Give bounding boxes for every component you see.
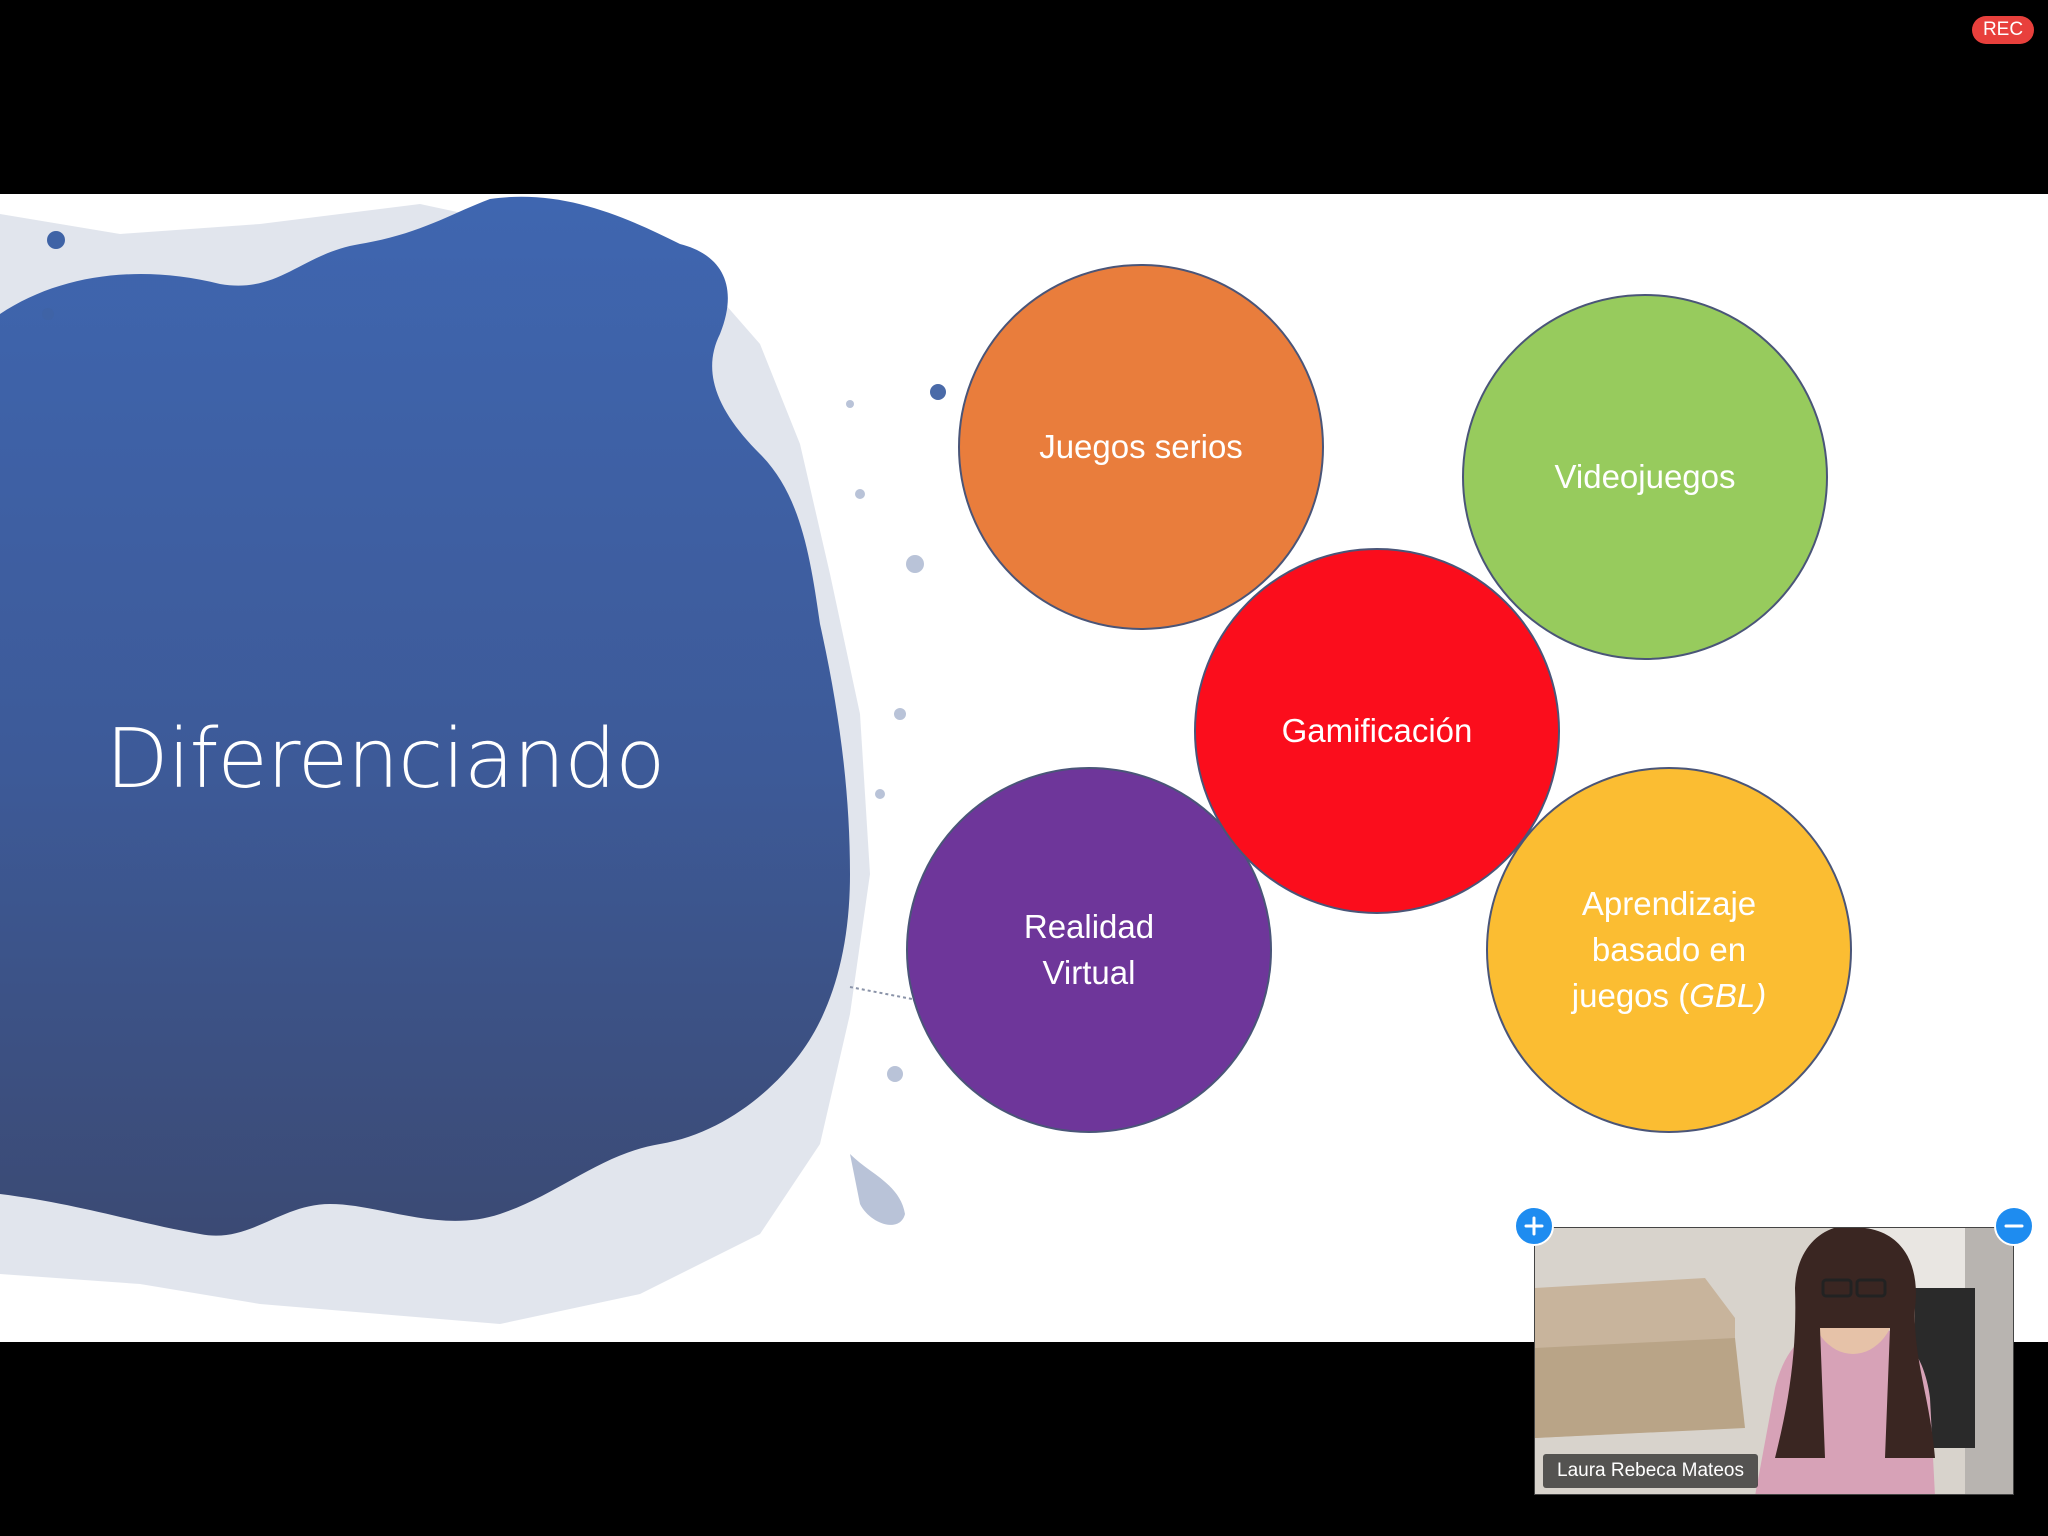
bubble-label-line: basado en	[1591, 931, 1747, 968]
bubble-label: Gamificación	[1281, 712, 1473, 749]
zoom-in-button[interactable]	[1514, 1206, 1554, 1246]
bubble-videojuegos: Videojuegos	[1462, 294, 1828, 660]
bubble-label-line: Realidad	[1023, 908, 1155, 945]
bubble-label: Videojuegos	[1554, 458, 1736, 495]
meeting-screen: REC Diferenciando Juegos serios Videojue…	[0, 0, 2048, 1536]
bubble-juegos-serios: Juegos serios	[958, 264, 1324, 630]
participant-video-tile[interactable]: Laura Rebeca Mateos	[1534, 1227, 2014, 1495]
bubble-label: Realidad Virtual	[1024, 904, 1154, 996]
recording-badge: REC	[1972, 16, 2034, 44]
slide-title: Diferenciando	[105, 712, 666, 807]
bubble-realidad-virtual: Realidad Virtual	[906, 767, 1272, 1133]
bubble-aprendizaje-gbl: Aprendizaje basado en juegos (GBL)	[1486, 767, 1852, 1133]
minus-icon	[2004, 1224, 2024, 1228]
bubble-label-line: juegos (	[1571, 977, 1690, 1014]
bubble-label-italic: GBL)	[1689, 977, 1767, 1014]
bubble-label-line: Aprendizaje	[1581, 885, 1757, 922]
bubble-gamificacion: Gamificación	[1194, 548, 1560, 914]
shared-slide: Diferenciando Juegos serios Videojuegos …	[0, 194, 2048, 1342]
participant-name-label: Laura Rebeca Mateos	[1543, 1454, 1758, 1488]
zoom-out-button[interactable]	[1994, 1206, 2034, 1246]
plus-icon	[1524, 1216, 1544, 1236]
bubble-label: Juegos serios	[1039, 428, 1243, 465]
bubble-label: Aprendizaje basado en juegos (GBL)	[1572, 881, 1766, 1019]
bubble-label-line: Virtual	[1042, 954, 1136, 991]
